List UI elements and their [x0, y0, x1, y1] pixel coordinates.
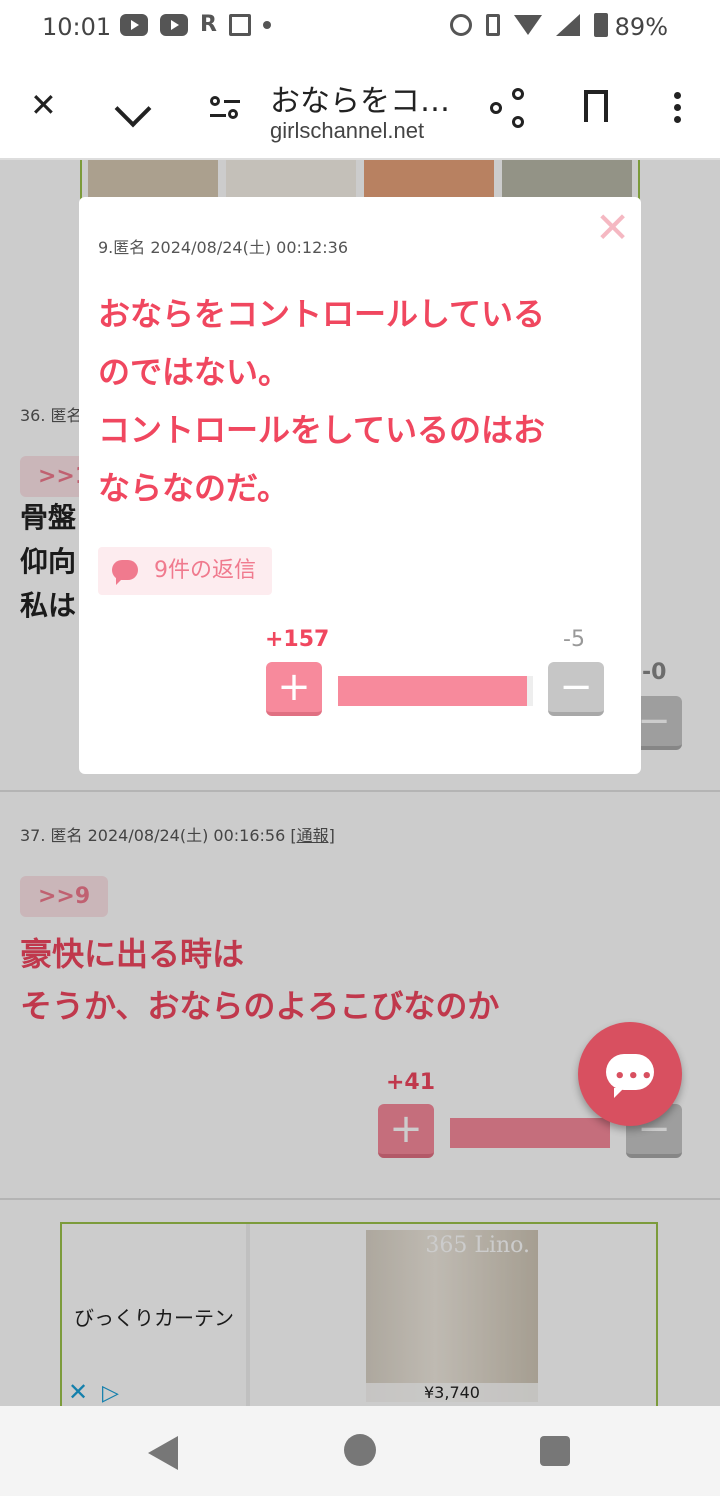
alarm-icon — [450, 14, 472, 36]
dot-icon — [262, 20, 271, 29]
battery-icon — [594, 13, 608, 37]
minus-count: -5 — [563, 627, 585, 652]
status-time: 10:01 — [42, 13, 112, 41]
vibrate-icon — [486, 14, 500, 36]
popup-body: おならをコントロールしている のではない。 コントロールをしているのはお ならな… — [98, 285, 628, 517]
comment-popup: ✕ 9.匿名 2024/08/24(土) 00:12:36 おならをコントロール… — [79, 197, 641, 774]
speech-bubble-icon — [112, 560, 138, 585]
replies-button[interactable]: 9件の返信 — [98, 547, 272, 595]
rakuten-icon: R — [200, 12, 217, 37]
home-icon[interactable] — [344, 1434, 376, 1466]
popup-line: のではない。 — [98, 353, 291, 391]
popup-line: おならをコントロールしている — [98, 295, 546, 333]
minus-button[interactable]: − — [548, 662, 604, 716]
replies-label: 9件の返信 — [154, 558, 256, 583]
news-icon — [228, 13, 251, 36]
popup-meta: 9.匿名 2024/08/24(土) 00:12:36 — [98, 238, 349, 257]
youtube-icon — [160, 13, 188, 36]
status-bar: 10:01 R 89% — [0, 0, 720, 56]
popup-line: コントロールをしているのはお — [98, 411, 546, 449]
page-url[interactable]: girlschannel.net — [270, 118, 424, 144]
bookmark-icon[interactable] — [584, 90, 608, 122]
chevron-down-icon[interactable] — [114, 90, 152, 128]
page-title[interactable]: おならをコ… — [270, 76, 450, 120]
browser-toolbar: ✕ おならをコ… girlschannel.net — [0, 56, 720, 160]
close-icon[interactable]: ✕ — [30, 86, 57, 124]
site-settings-icon[interactable] — [210, 94, 240, 124]
vote-ratio-bar — [338, 676, 533, 706]
recents-icon[interactable] — [540, 1436, 570, 1466]
close-icon[interactable]: ✕ — [595, 203, 630, 252]
signal-icon — [556, 14, 580, 36]
battery-percent: 89% — [614, 13, 668, 41]
share-icon[interactable] — [490, 88, 526, 128]
plus-count: +157 — [265, 627, 330, 652]
comment-fab-button[interactable]: ••• — [578, 1022, 682, 1126]
android-nav-bar — [0, 1406, 720, 1496]
youtube-icon — [120, 13, 148, 36]
plus-button[interactable]: + — [266, 662, 322, 716]
back-icon[interactable] — [148, 1436, 178, 1470]
more-vert-icon[interactable] — [674, 92, 681, 124]
popup-line: ならなのだ。 — [98, 469, 290, 507]
wifi-icon — [514, 15, 542, 35]
